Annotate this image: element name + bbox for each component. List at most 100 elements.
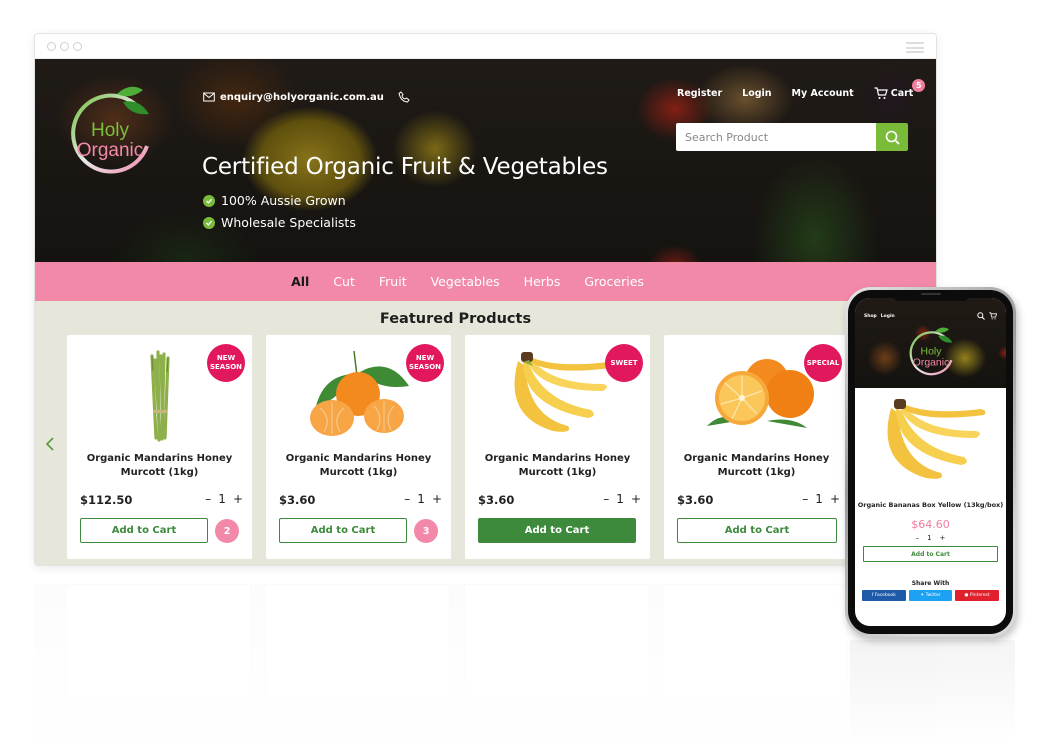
quantity-stepper: – 1 + xyxy=(404,492,442,506)
hero-banner: Holy Organic enquiry@holyorganic.com.au … xyxy=(35,59,936,262)
search-input[interactable] xyxy=(676,123,876,151)
svg-text:Holy: Holy xyxy=(91,120,130,141)
hamburger-icon[interactable] xyxy=(906,42,924,56)
hero-headline: Certified Organic Fruit & Vegetables xyxy=(202,154,608,180)
window-dot-icon[interactable] xyxy=(47,42,56,51)
feature-item: Wholesale Specialists xyxy=(203,215,356,230)
category-tab-herbs[interactable]: Herbs xyxy=(512,274,573,289)
phone-link[interactable]: 0433 963 292 xyxy=(398,91,410,103)
check-circle-icon xyxy=(203,216,215,229)
product-card[interactable]: SWEET Organic Mandarins Honey Murcott (1… xyxy=(465,335,650,559)
page-reflection xyxy=(34,584,937,744)
login-link[interactable]: Login xyxy=(742,88,771,99)
my-account-link[interactable]: My Account xyxy=(792,88,854,99)
account-links: Register Login My Account Cart 5 xyxy=(677,79,926,100)
product-card[interactable]: SPECIAL Organic Mandarins Honey Murcott … xyxy=(664,335,849,559)
product-card[interactable]: NEW SEASON Organic Mandarins Honey Murcot… xyxy=(67,335,252,559)
product-name[interactable]: Organic Mandarins Honey Murcott (1kg) xyxy=(475,452,640,480)
category-tab-fruit[interactable]: Fruit xyxy=(367,274,419,289)
product-price: $112.50 xyxy=(80,493,133,507)
bananas-image xyxy=(887,399,985,479)
increase-qty-button[interactable]: + xyxy=(940,534,946,542)
mobile-add-to-cart-button[interactable]: Add to Cart xyxy=(863,546,998,562)
product-name[interactable]: Organic Mandarins Honey Murcott (1kg) xyxy=(276,452,441,480)
decrease-qty-button[interactable]: – xyxy=(205,492,211,506)
window-dot-icon[interactable] xyxy=(73,42,82,51)
email-link[interactable]: enquiry@holyorganic.com.au xyxy=(203,91,384,103)
category-nav: All Cut Fruit Vegetables Herbs Groceries xyxy=(35,262,936,301)
twitter-share-button[interactable]: ✦ Twitter xyxy=(908,590,953,601)
category-tab-vegetables[interactable]: Vegetables xyxy=(419,274,512,289)
product-badge: NEW SEASON xyxy=(406,344,444,382)
mobile-product-image[interactable] xyxy=(855,388,1006,498)
quantity-value: 1 xyxy=(927,534,932,542)
reflection-card xyxy=(265,584,450,704)
product-price: $3.60 xyxy=(279,493,316,507)
mobile-login-link[interactable]: Login xyxy=(881,314,895,319)
feature-item: 100% Aussie Grown xyxy=(203,193,356,208)
increase-qty-button[interactable]: + xyxy=(432,492,442,506)
feature-text: 100% Aussie Grown xyxy=(221,193,346,208)
search-bar xyxy=(676,123,908,151)
product-price: $3.60 xyxy=(478,493,515,507)
facebook-share-button[interactable]: f Facebook xyxy=(862,590,906,601)
email-text: enquiry@holyorganic.com.au xyxy=(220,91,384,103)
search-icon[interactable] xyxy=(977,312,985,320)
mobile-nav-links: Shop Login xyxy=(864,314,895,319)
add-to-cart-button[interactable]: Add to Cart xyxy=(279,518,407,543)
phone-reflection xyxy=(850,640,1015,745)
in-cart-count: 2 xyxy=(215,519,239,543)
add-to-cart-button[interactable]: Add to Cart xyxy=(677,518,837,543)
add-to-cart-button[interactable]: Add to Cart xyxy=(478,518,636,543)
decrease-qty-button[interactable]: – xyxy=(404,492,410,506)
mobile-product-name: Organic Bananas Box Yellow (13kg/box) xyxy=(857,501,1004,509)
section-title: Featured Products xyxy=(379,311,532,327)
mobile-shop-link[interactable]: Shop xyxy=(864,314,877,319)
logo[interactable]: Holy Organic xyxy=(65,84,155,184)
increase-qty-button[interactable]: + xyxy=(631,492,641,506)
search-button[interactable] xyxy=(876,123,908,151)
mobile-icons xyxy=(977,312,997,320)
share-title: Share With xyxy=(911,580,950,587)
register-link[interactable]: Register xyxy=(677,88,722,99)
window-controls xyxy=(47,42,82,51)
add-to-cart-button[interactable]: Add to Cart xyxy=(80,518,208,543)
decrease-qty-button[interactable]: – xyxy=(802,492,808,506)
window-dot-icon[interactable] xyxy=(60,42,69,51)
increase-qty-button[interactable]: + xyxy=(830,492,840,506)
category-tab-cut[interactable]: Cut xyxy=(321,274,367,289)
product-name[interactable]: Organic Mandarins Honey Murcott (1kg) xyxy=(674,452,839,480)
product-name[interactable]: Organic Mandarins Honey Murcott (1kg) xyxy=(77,452,242,480)
bananas-image xyxy=(514,352,612,432)
category-tab-all[interactable]: All xyxy=(279,274,321,289)
category-tab-groceries[interactable]: Groceries xyxy=(572,274,656,289)
chevron-left-icon xyxy=(45,437,54,451)
decrease-qty-button[interactable]: – xyxy=(916,534,920,542)
cart-icon[interactable] xyxy=(989,312,997,320)
in-cart-count: 3 xyxy=(414,519,438,543)
svg-text:Holy: Holy xyxy=(920,347,942,358)
decrease-qty-button[interactable]: – xyxy=(603,492,609,506)
product-card[interactable]: NEW SEASON Organic Mandarins Honey Murcot… xyxy=(266,335,451,559)
pinterest-share-button[interactable]: ● Pinterest xyxy=(955,590,1000,601)
logo-icon: Holy Organic xyxy=(909,327,952,376)
carousel-prev-button[interactable] xyxy=(44,436,56,452)
cart-label: Cart xyxy=(890,88,914,99)
product-badge: SPECIAL xyxy=(804,344,842,382)
cart-link[interactable]: Cart 5 xyxy=(874,79,926,100)
phone-notch xyxy=(890,290,971,301)
mobile-logo[interactable]: Holy Organic xyxy=(906,326,956,381)
cart-count-badge: 5 xyxy=(912,79,926,92)
quantity-stepper: – 1 + xyxy=(603,492,641,506)
cart-icon xyxy=(874,87,888,99)
oranges-image xyxy=(706,359,814,428)
quantity-stepper: – 1 + xyxy=(802,492,840,506)
reflection-card xyxy=(464,584,649,704)
increase-qty-button[interactable]: + xyxy=(233,492,243,506)
asparagus-image xyxy=(149,350,170,442)
search-icon xyxy=(885,130,900,145)
svg-text:Organic: Organic xyxy=(912,358,949,369)
feature-text: Wholesale Specialists xyxy=(221,215,356,230)
mobile-screen: Shop Login Holy Organic Organic Bananas … xyxy=(855,298,1006,626)
mobile-product-price: $64.60 xyxy=(911,518,950,531)
